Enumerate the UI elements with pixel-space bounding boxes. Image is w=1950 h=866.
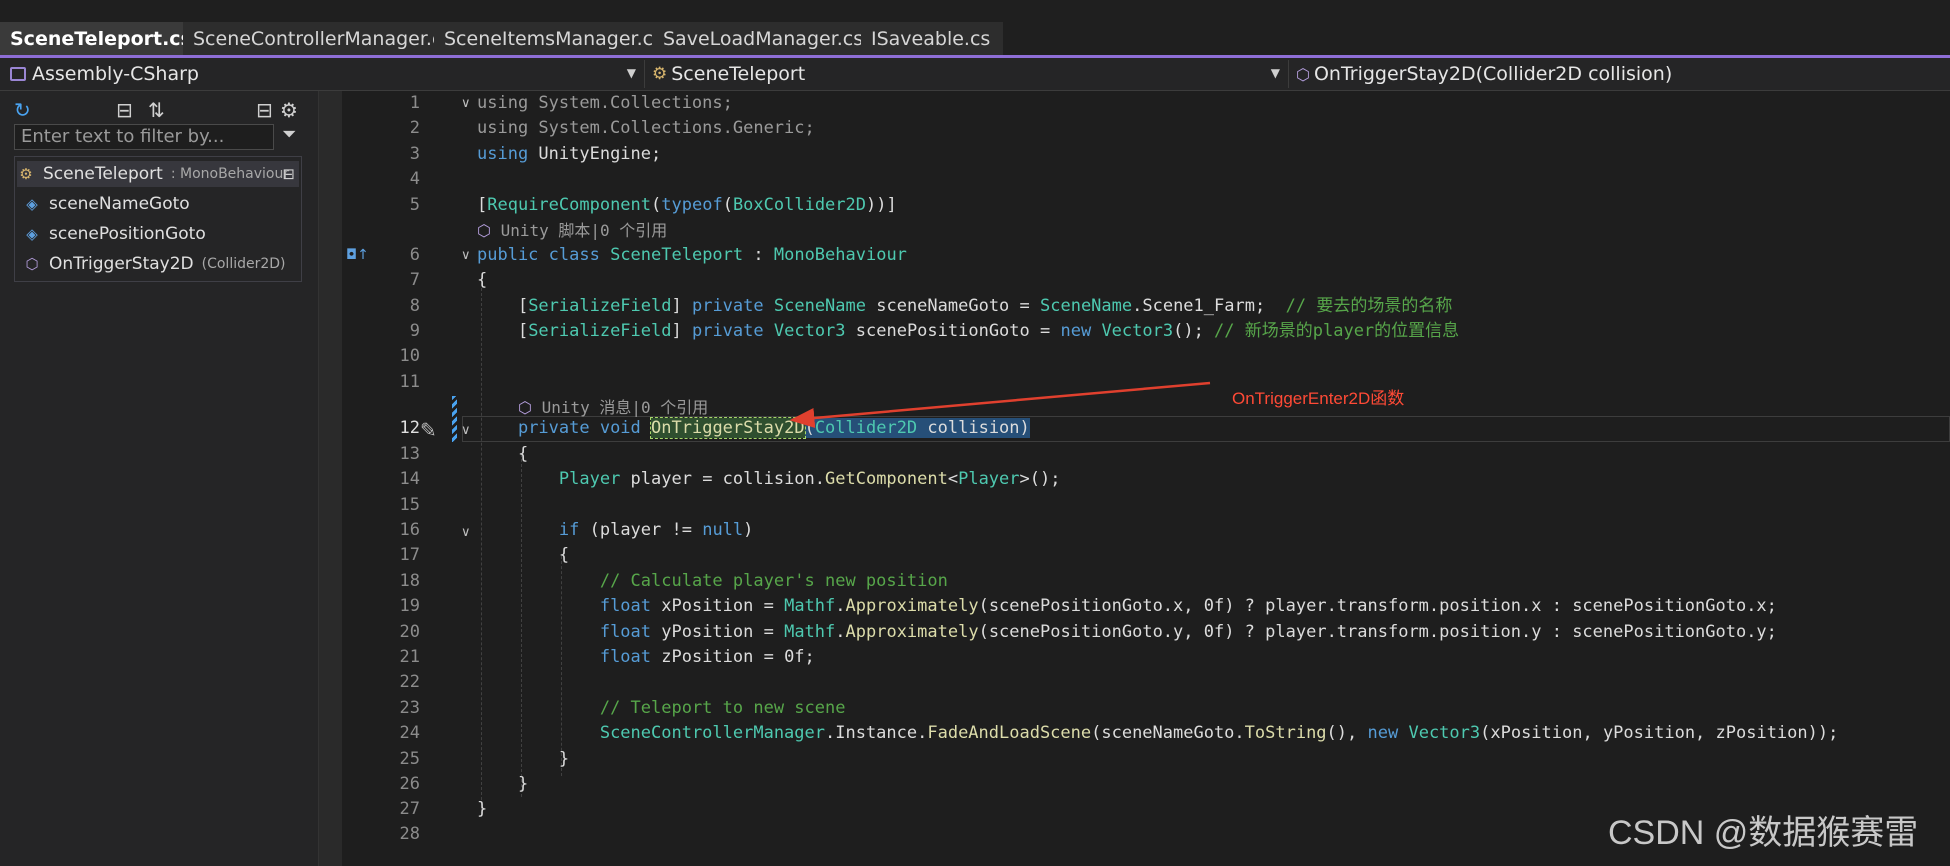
annotation-arrow [789,381,1211,428]
watermark: CSDN @数据猴赛雷 [1608,814,1919,852]
annotation-label: OnTriggerEnter2D函数 [1232,389,1405,408]
